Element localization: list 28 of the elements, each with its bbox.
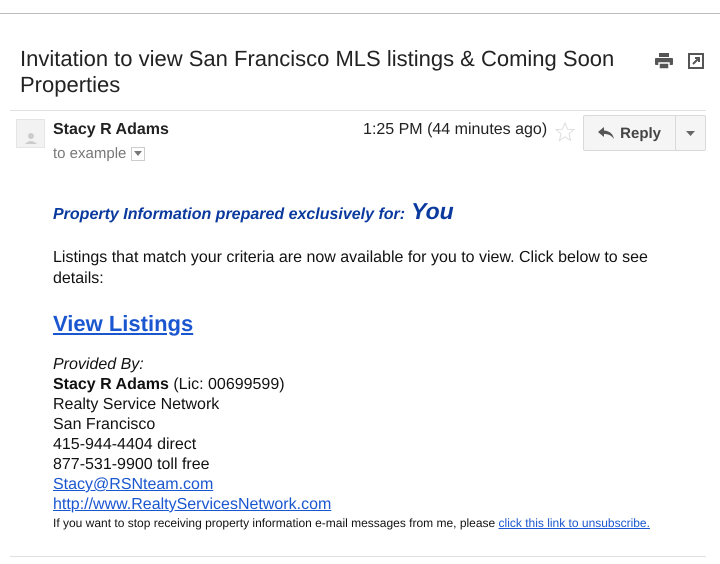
signature-link[interactable]: Stacy@RSNteam.com <box>53 475 214 495</box>
signature-line: 415-944-4404 direct <box>53 435 196 455</box>
caret-icon <box>686 130 695 136</box>
view-listings-link[interactable]: View Listings <box>53 311 194 337</box>
signature-link[interactable]: http://www.RealtyServicesNetwork.com <box>53 495 332 515</box>
print-icon[interactable] <box>654 52 674 70</box>
signature-line: San Francisco <box>53 415 156 435</box>
avatar <box>16 119 45 148</box>
signature-line: 877-531-9900 toll free <box>53 455 210 475</box>
sender-name: Stacy R Adams <box>53 121 170 139</box>
details-dropdown[interactable] <box>131 146 146 160</box>
recipients-text: to example <box>53 145 126 162</box>
reply-arrow-icon <box>598 127 614 139</box>
email-subject: Invitation to view San Francisco MLS listings & Coming Soon Properties <box>20 46 616 98</box>
intro-text: Listings that match your criteria are now available for you to view. Click below to see details: <box>53 248 649 289</box>
provided-by-label: Provided By: <box>53 355 144 375</box>
unsubscribe-link[interactable]: click this link to unsubscribe. <box>498 516 650 530</box>
body-heading: Property Information prepared exclusively for: <box>53 206 406 224</box>
recipient-name: You <box>411 198 454 225</box>
new-window-icon[interactable] <box>686 52 706 70</box>
star-icon[interactable] <box>555 122 576 142</box>
unsubscribe-text: If you want to stop receiving property information e-mail messages from me, please click this link to unsubscribe. <box>53 515 650 531</box>
reply-button[interactable]: Reply <box>583 115 676 151</box>
more-dropdown[interactable] <box>676 115 706 151</box>
signature-line: Stacy R Adams (Lic: 00699599) <box>53 375 285 395</box>
signature-line: Realty Service Network <box>53 395 220 415</box>
caret-icon <box>134 151 142 156</box>
message-time: 1:25 PM (44 minutes ago) <box>363 121 548 140</box>
